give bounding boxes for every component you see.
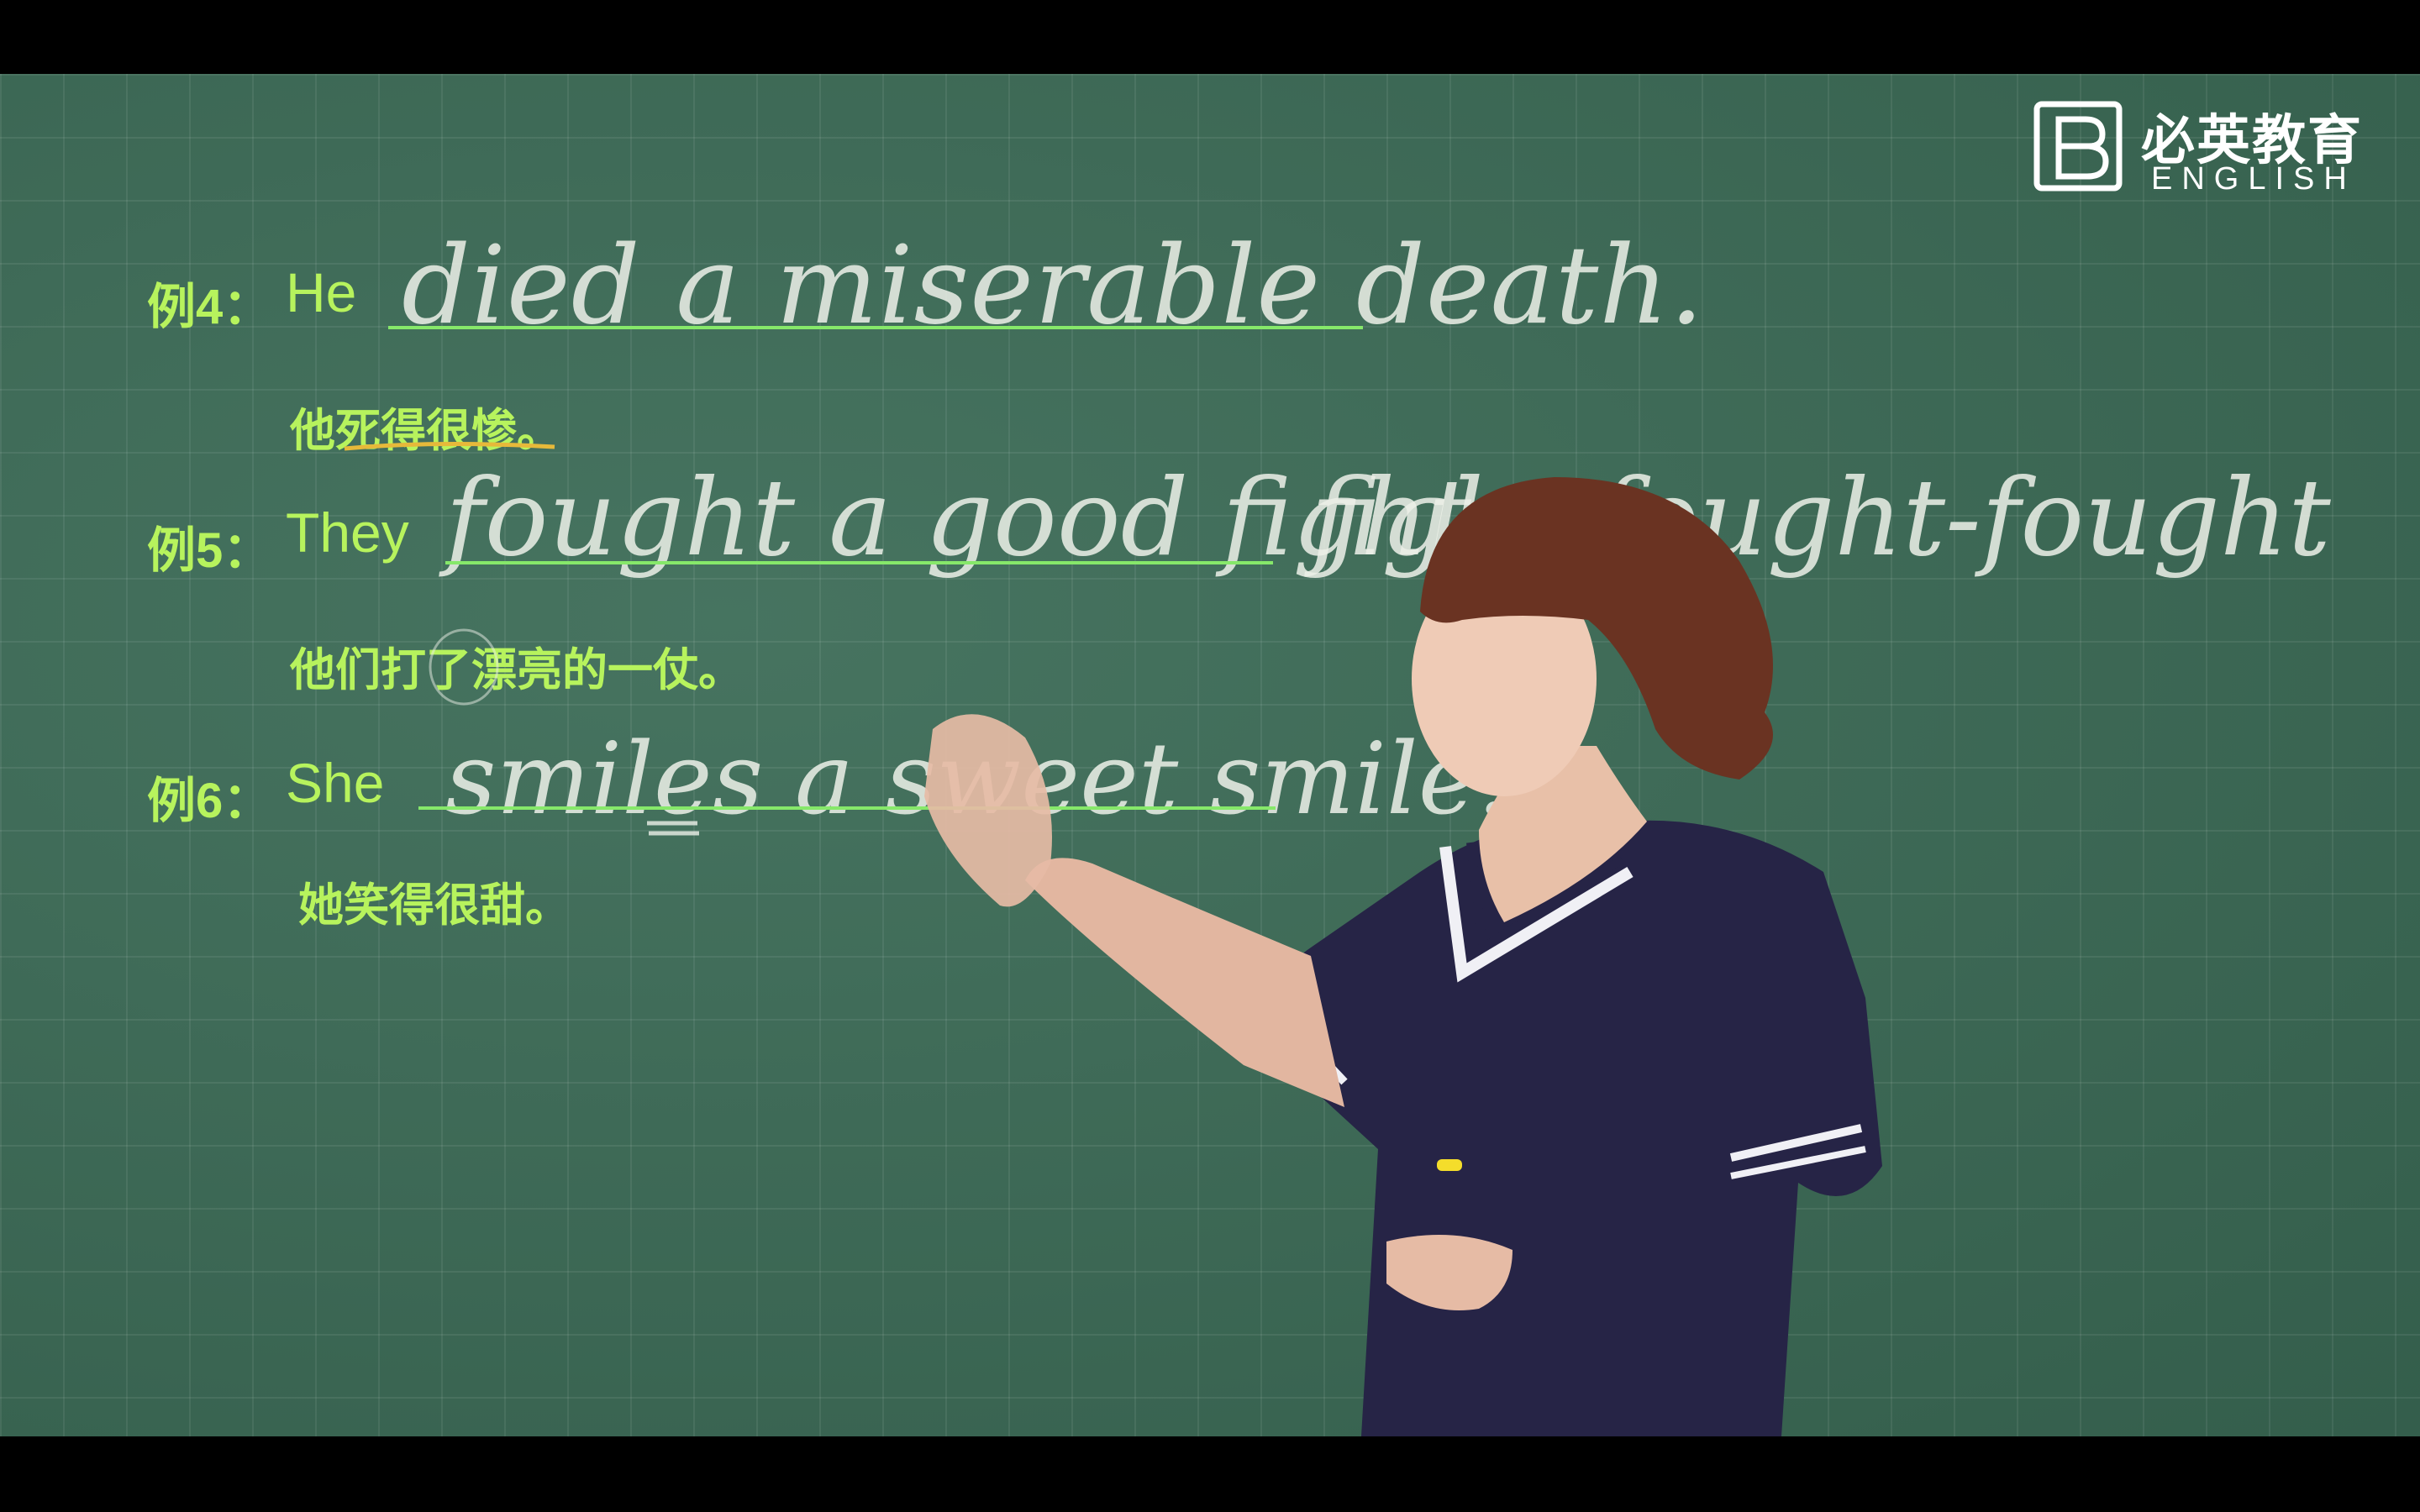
- video-frame-blackboard[interactable]: 必英教育 ENGLISH 例4： He died a miserable dea…: [0, 74, 2420, 1436]
- board-annotations: [344, 441, 1882, 1436]
- teacher-top: [1273, 818, 1882, 1436]
- teacher-raised-arm: [1025, 858, 1344, 1107]
- teacher-hand: [924, 714, 1052, 907]
- letterbox-bottom: [0, 1436, 2420, 1512]
- letterbox-top: [0, 0, 2420, 74]
- chalk-marker: [1437, 1159, 1462, 1171]
- teacher-figure: [924, 477, 1882, 1436]
- annotation-underline-mark: [344, 441, 555, 451]
- annotation-circle-mark: [429, 628, 499, 706]
- chalk-double-underline-mark: [647, 821, 699, 836]
